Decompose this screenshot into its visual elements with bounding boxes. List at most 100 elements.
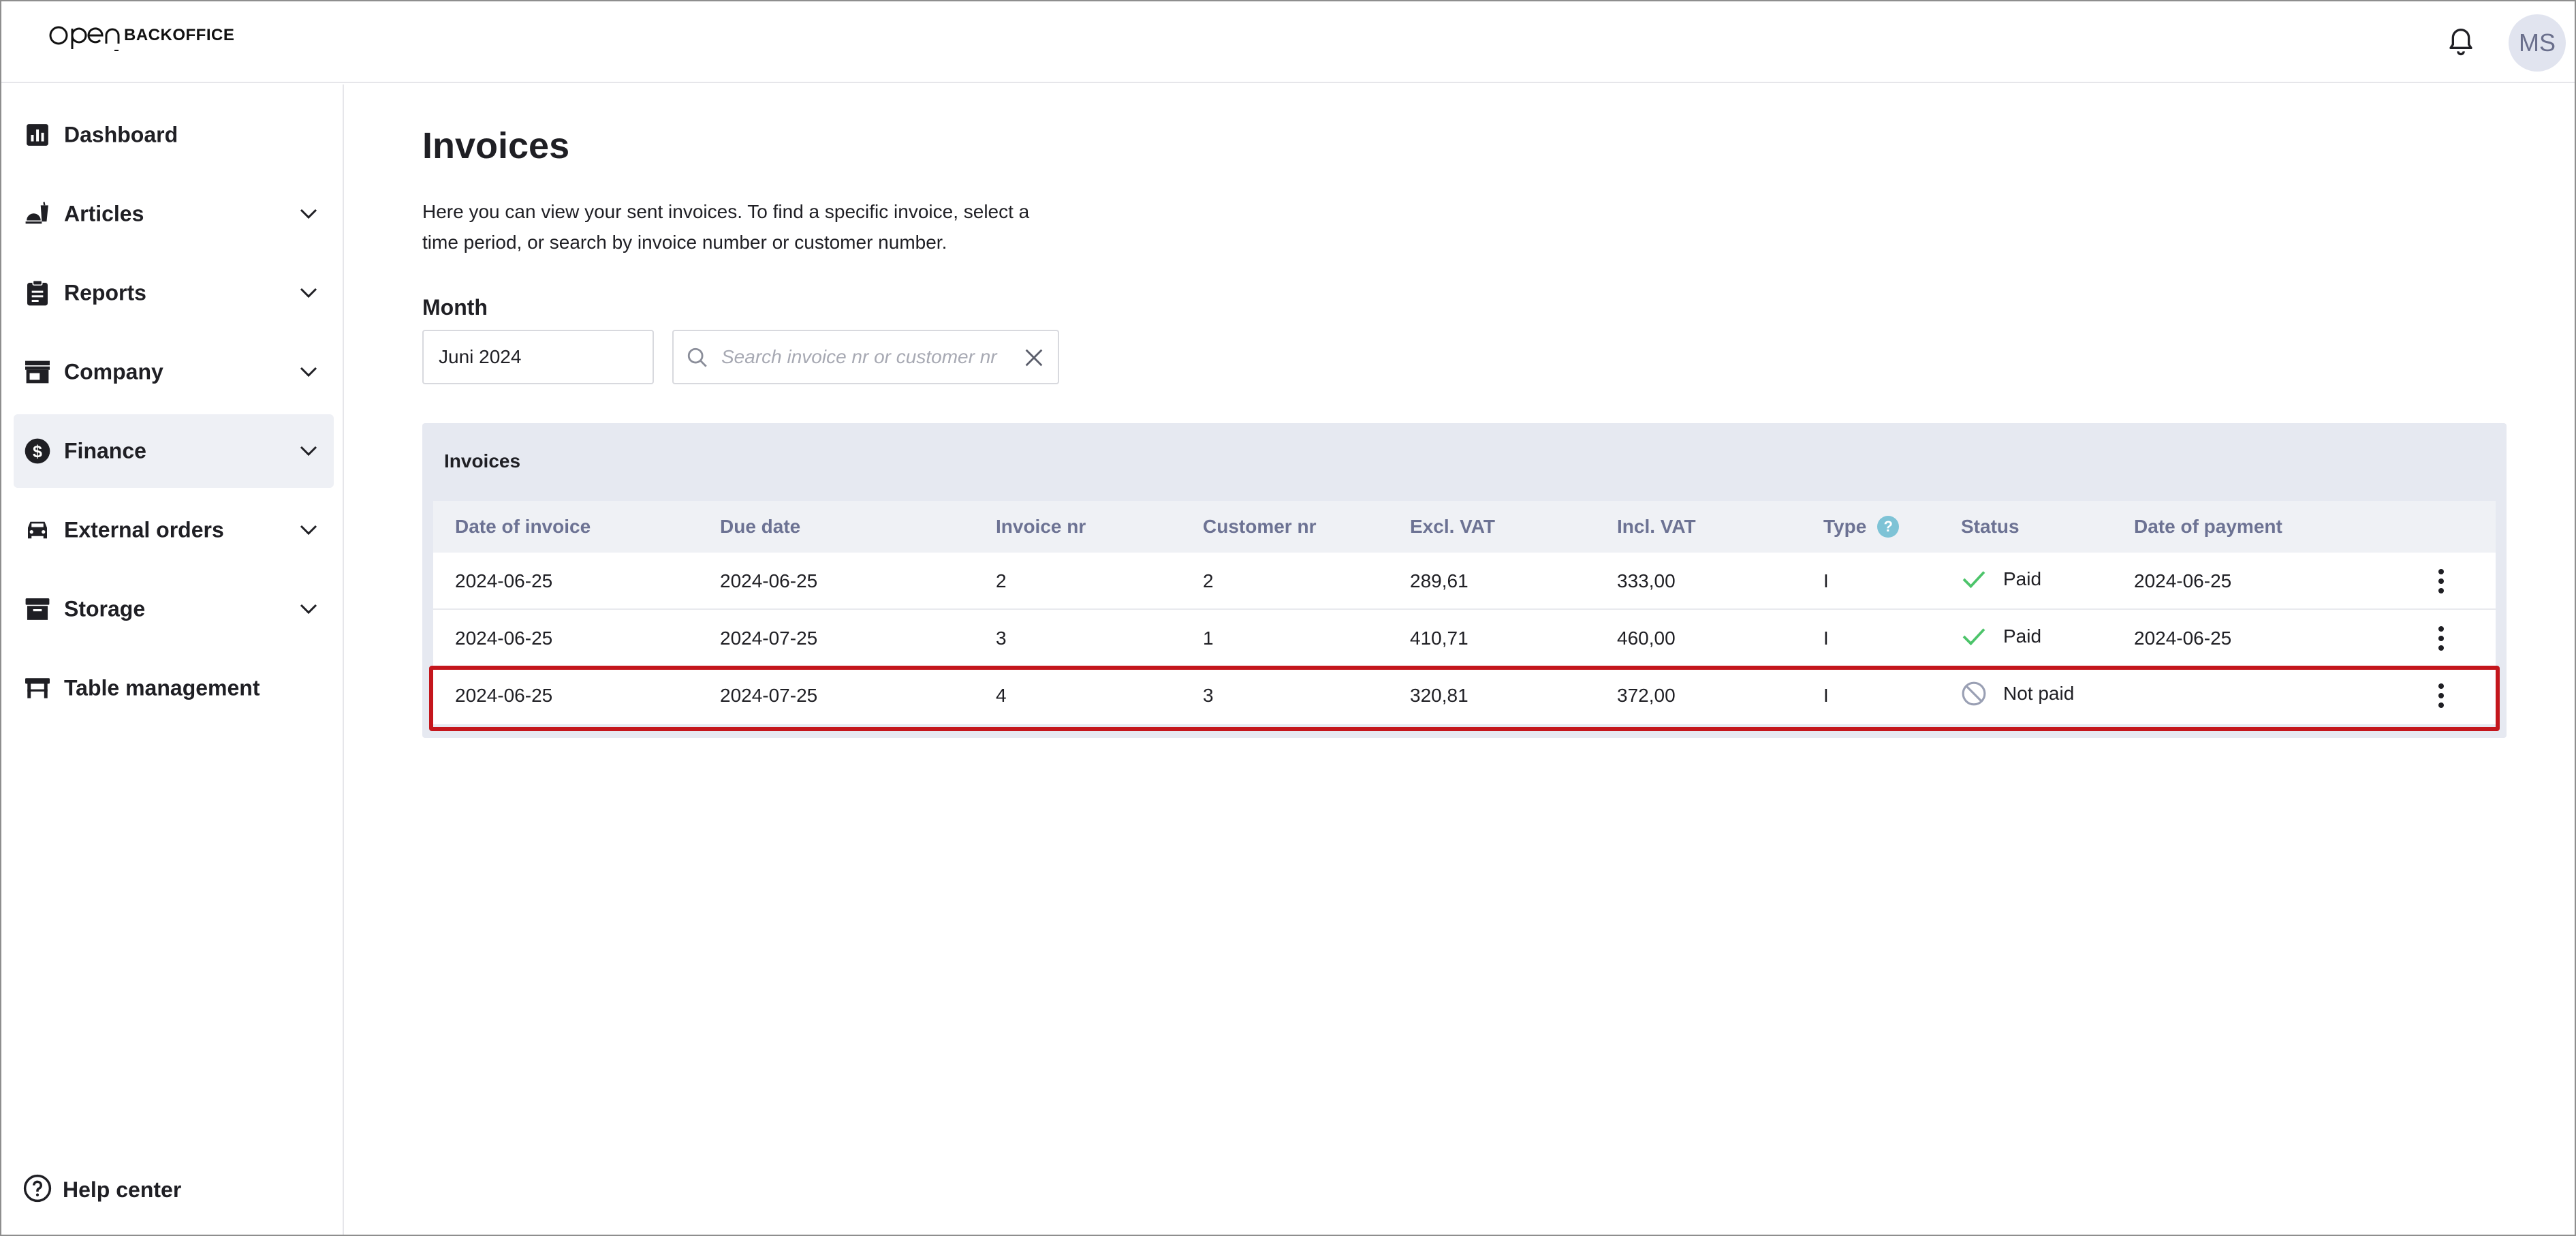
cell-excl-vat: 320,81 (1410, 685, 1468, 706)
table-header: Date of invoice Due date Invoice nr Cust… (433, 501, 2496, 553)
check-icon (1961, 623, 1987, 649)
cell-incl-vat: 460,00 (1617, 628, 1676, 649)
sidebar-item-label: Table management (64, 675, 260, 700)
search-input[interactable] (721, 337, 1014, 377)
status-label: Not paid (2003, 683, 2075, 704)
more-options-icon[interactable] (2426, 681, 2456, 711)
help-question-icon[interactable]: ? (1877, 516, 1900, 538)
top-bar: BACKOFFICE MS (1, 1, 2575, 83)
sidebar-item-label: Company (64, 359, 163, 384)
chevron-down-icon[interactable] (297, 281, 320, 305)
cell-excl-vat: 410,71 (1410, 628, 1468, 649)
cell-invoice-nr: 2 (996, 570, 1007, 591)
check-icon (1961, 566, 1987, 592)
cell-date-of-invoice: 2024-06-25 (455, 628, 553, 649)
sidebar-item-label: External orders (64, 517, 224, 542)
logo-text: BACKOFFICE (124, 26, 235, 44)
car-icon (23, 516, 52, 544)
sidebar-item-table-management[interactable]: Table management (14, 651, 334, 725)
column-header[interactable]: Status (1961, 516, 2020, 538)
column-header[interactable]: Invoice nr (996, 516, 1086, 538)
cell-excl-vat: 289,61 (1410, 570, 1468, 591)
more-options-icon[interactable] (2426, 623, 2456, 653)
sidebar-item-external-orders[interactable]: External orders (14, 493, 334, 567)
notification-bell-icon[interactable] (2443, 25, 2479, 60)
more-options-icon[interactable] (2426, 566, 2456, 596)
cell-due-date: 2024-06-25 (720, 570, 818, 591)
prohibited-icon (1961, 681, 1987, 707)
column-header-type[interactable]: Type ? (1823, 516, 1900, 538)
help-center-label: Help center (63, 1177, 182, 1202)
column-header-label: Type (1823, 516, 1867, 537)
cell-status: Not paid (1961, 681, 2074, 707)
dollar-icon: $ (23, 437, 52, 465)
column-header[interactable]: Due date (720, 516, 800, 538)
table-row[interactable]: 2024-06-25 2024-07-25 4 3 320,81 372,00 … (433, 667, 2496, 724)
sidebar-item-articles[interactable]: Articles (14, 177, 334, 251)
column-header[interactable]: Date of invoice (455, 516, 591, 538)
archive-icon (23, 595, 52, 623)
table-icon (23, 674, 52, 702)
cell-customer-nr: 1 (1203, 628, 1214, 649)
chevron-down-icon[interactable] (297, 519, 320, 542)
sidebar-item-label: Reports (64, 280, 146, 305)
chevron-down-icon[interactable] (297, 360, 320, 384)
cell-customer-nr: 2 (1203, 570, 1214, 591)
help-circle-icon (23, 1174, 52, 1206)
cell-date-of-payment: 2024-06-25 (2134, 628, 2232, 649)
cell-type: I (1823, 570, 1829, 591)
cell-incl-vat: 372,00 (1617, 685, 1676, 706)
close-icon[interactable] (1022, 346, 1046, 369)
sidebar-item-reports[interactable]: Reports (14, 256, 334, 330)
sidebar-item-label: Articles (64, 201, 144, 226)
cell-due-date: 2024-07-25 (720, 628, 818, 649)
table-row[interactable]: 2024-06-25 2024-06-25 2 2 289,61 333,00 … (433, 553, 2496, 610)
column-header[interactable]: Date of payment (2134, 516, 2282, 538)
store-icon (23, 358, 52, 386)
page-description: Here you can view your sent invoices. To… (422, 201, 1030, 253)
month-label: Month (422, 295, 488, 320)
cell-invoice-nr: 3 (996, 628, 1007, 649)
chevron-down-icon[interactable] (297, 202, 320, 226)
cell-type: I (1823, 628, 1829, 649)
sidebar-item-company[interactable]: Company (14, 335, 334, 409)
user-avatar[interactable]: MS (2509, 14, 2566, 72)
sidebar-item-dashboard[interactable]: Dashboard (14, 98, 334, 172)
cell-incl-vat: 333,00 (1617, 570, 1676, 591)
month-picker-input[interactable] (422, 330, 654, 384)
status-label: Paid (2003, 568, 2042, 589)
cell-invoice-nr: 4 (996, 685, 1007, 706)
invoices-panel: Invoices Date of invoice Due date Invoic… (422, 423, 2507, 738)
search-icon (687, 347, 707, 367)
chevron-down-icon[interactable] (297, 439, 320, 463)
column-header[interactable]: Excl. VAT (1410, 516, 1495, 538)
cell-status: Paid (1961, 566, 2041, 592)
clipboard-icon (23, 279, 52, 307)
sidebar-item-storage[interactable]: Storage (14, 572, 334, 646)
panel-title: Invoices (444, 450, 521, 472)
svg-text:$: $ (33, 442, 42, 461)
cell-type: I (1823, 685, 1829, 706)
cell-due-date: 2024-07-25 (720, 685, 818, 706)
page-title: Invoices (422, 125, 570, 166)
status-label: Paid (2003, 625, 2042, 647)
cell-status: Paid (1961, 623, 2041, 649)
column-header[interactable]: Customer nr (1203, 516, 1316, 538)
food-icon (23, 200, 52, 228)
cell-date-of-invoice: 2024-06-25 (455, 685, 553, 706)
chart-icon (23, 121, 52, 149)
sidebar-item-label: Dashboard (64, 122, 178, 147)
column-header[interactable]: Incl. VAT (1617, 516, 1696, 538)
sidebar-item-finance[interactable]: $ Finance (14, 414, 334, 488)
sidebar-item-label: Storage (64, 596, 146, 621)
sidebar-item-label: Finance (64, 438, 146, 463)
logo[interactable]: BACKOFFICE (49, 23, 234, 56)
help-center-link[interactable]: Help center (23, 1171, 181, 1209)
table-row[interactable]: 2024-06-25 2024-07-25 3 1 410,71 460,00 … (433, 610, 2496, 667)
cell-customer-nr: 3 (1203, 685, 1214, 706)
chevron-down-icon[interactable] (297, 598, 320, 621)
open-logo-icon (49, 26, 120, 51)
cell-date-of-invoice: 2024-06-25 (455, 570, 553, 591)
search-box (672, 330, 1059, 384)
cell-date-of-payment: 2024-06-25 (2134, 570, 2232, 591)
